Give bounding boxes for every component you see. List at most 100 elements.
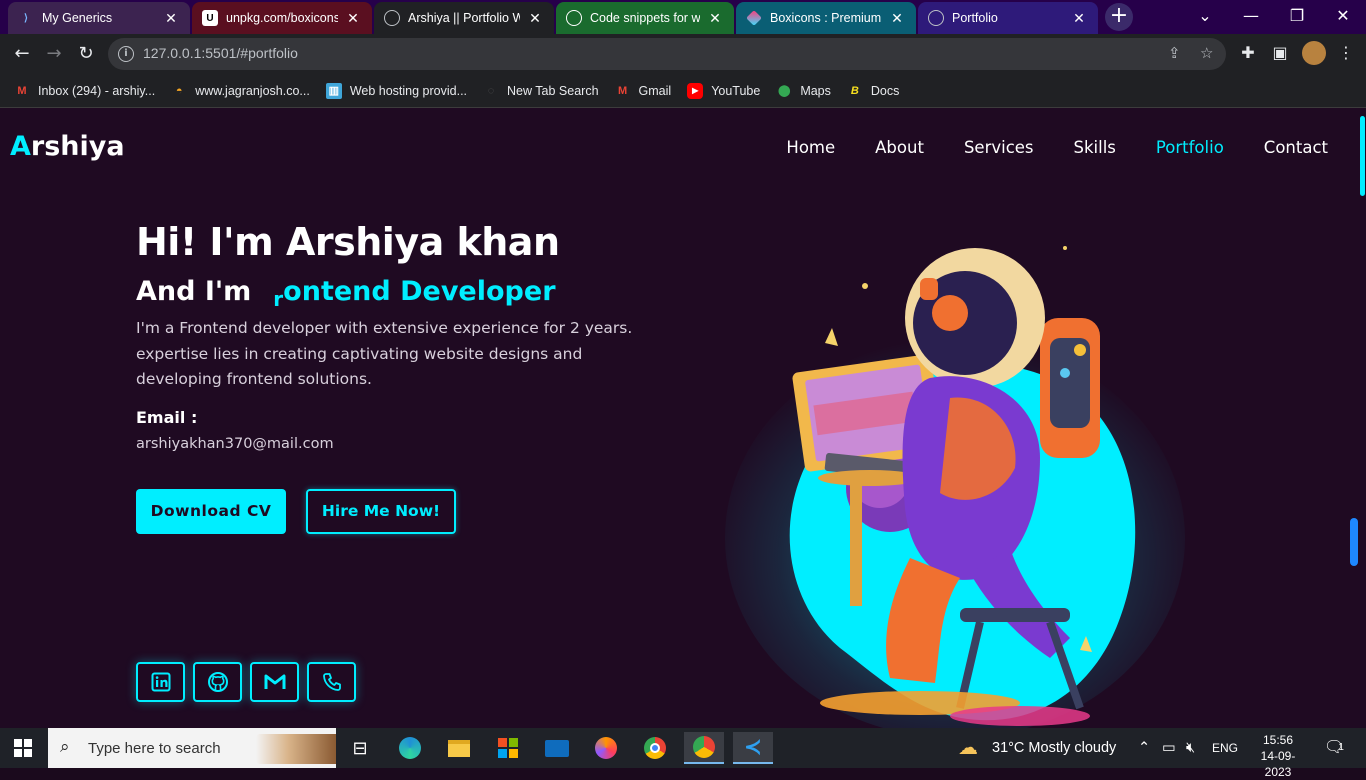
tab-boxicons[interactable]: Boxicons : Premium w ✕ (736, 2, 916, 34)
back-arrow-icon[interactable]: ← (8, 40, 36, 68)
network-icon[interactable]: ▭ (1162, 728, 1176, 768)
close-window-button[interactable]: ✕ (1320, 0, 1366, 34)
jagranjosh-icon: ◓ (175, 84, 183, 97)
weather-icon[interactable]: ☁ (958, 728, 978, 768)
bookmark-youtube[interactable]: ▶ YouTube (687, 82, 760, 99)
github-icon[interactable] (193, 662, 242, 702)
site-logo[interactable]: Arshiya (10, 131, 125, 162)
bookmark-new-tab-search[interactable]: ◌ New Tab Search (483, 83, 599, 99)
extensions-icon[interactable]: ✚ (1236, 43, 1260, 62)
hosting-icon: ▥ (325, 82, 342, 99)
taskbar-search-box[interactable]: ⌕ Type here to search (48, 728, 336, 768)
search-placeholder: Type here to search (88, 740, 221, 757)
url-text[interactable]: 127.0.0.1:5501/#portfolio (143, 45, 298, 61)
bookmarks-bar: M Inbox (294) - arshiy... ◓ www.jagranjosh… (0, 74, 1366, 108)
scrollbar-thumb[interactable] (1360, 116, 1365, 196)
email-value: arshiyakhan370@mail.com (136, 436, 334, 452)
bookmark-maps[interactable]: ⬤ Maps (776, 83, 831, 99)
tab-arshiya-portfolio[interactable]: Arshiya || Portfolio We ✕ (374, 2, 554, 34)
tab-search-chevron-icon[interactable]: ⌄ (1182, 0, 1228, 34)
search-highlight-art (256, 734, 336, 764)
hero-heading: Hi! I'm Arshiya khan (136, 220, 560, 264)
microsoft-store-icon[interactable] (488, 732, 528, 764)
astronaut-illustration (720, 238, 1190, 728)
restore-button[interactable]: ❐ (1274, 0, 1320, 34)
chrome-profile-icon[interactable] (684, 732, 724, 764)
task-view-icon[interactable]: ⊟ (340, 732, 380, 764)
side-panel-icon[interactable]: ▣ (1268, 43, 1292, 62)
close-icon[interactable]: ✕ (344, 10, 362, 27)
tab-title: Boxicons : Premium w (770, 11, 882, 25)
close-icon[interactable]: ✕ (1070, 10, 1088, 27)
weather-text[interactable]: 31°C Mostly cloudy (992, 728, 1116, 768)
close-icon[interactable]: ✕ (706, 10, 724, 27)
portfolio-page: Arshiya Home About Services Skills Portf… (0, 108, 1366, 728)
address-bar[interactable]: i 127.0.0.1:5501/#portfolio ⇪ ☆ (108, 38, 1226, 70)
bookmark-jagranjosh[interactable]: ◓ www.jagranjosh.co... (171, 83, 310, 99)
phone-icon[interactable] (307, 662, 356, 702)
windows-taskbar: ⌕ Type here to search ⊟ ≺ ☁ 31°C Mostly … (0, 728, 1366, 779)
hero-subheading: And I'm rontend Developer (136, 276, 556, 311)
tab-my-generics[interactable]: ⟩ My Generics ✕ (8, 2, 190, 34)
bookmark-docs[interactable]: B Docs (847, 83, 899, 99)
typed-role: rontend Developer (273, 276, 556, 311)
new-tab-button[interactable]: + (1105, 3, 1133, 31)
file-explorer-icon[interactable] (439, 732, 479, 764)
gmail-icon: M (617, 84, 628, 97)
menu-kebab-icon[interactable]: ⋮ (1334, 43, 1358, 62)
social-links (136, 662, 356, 702)
close-icon[interactable]: ✕ (888, 10, 906, 27)
language-indicator[interactable]: ENG (1212, 728, 1238, 768)
page-scrollbar[interactable] (1358, 108, 1366, 728)
share-icon[interactable]: ⇪ (1168, 44, 1181, 62)
clock-time: 15:56 (1262, 733, 1294, 747)
nav-portfolio[interactable]: Portfolio (1156, 138, 1224, 157)
nav-home[interactable]: Home (786, 138, 835, 157)
profile-avatar[interactable] (1302, 41, 1326, 65)
close-icon[interactable]: ✕ (526, 10, 544, 27)
firefox-icon[interactable] (586, 732, 626, 764)
tab-portfolio[interactable]: Portfolio ✕ (918, 2, 1098, 34)
linkedin-icon[interactable] (136, 662, 185, 702)
forward-arrow-icon[interactable]: → (40, 40, 68, 68)
minimize-button[interactable]: — (1228, 0, 1274, 34)
close-icon[interactable]: ✕ (162, 10, 180, 27)
site-info-icon[interactable]: i (118, 46, 134, 62)
show-hidden-icons-icon[interactable]: ⌃ (1138, 728, 1150, 768)
tab-code-snippets[interactable]: Code snippets for web ✕ (556, 2, 734, 34)
download-cv-button[interactable]: Download CV (136, 489, 286, 534)
bookmark-star-icon[interactable]: ☆ (1200, 44, 1213, 62)
notifications-icon[interactable]: 🗨︎1 (1324, 728, 1344, 768)
hire-me-button[interactable]: Hire Me Now! (306, 489, 456, 534)
bookmark-gmail[interactable]: M Gmail (615, 83, 671, 99)
volume-muted-icon[interactable]: 🔇︎ (1186, 728, 1195, 768)
bookmark-inbox[interactable]: M Inbox (294) - arshiy... (14, 83, 155, 99)
bookmark-web-hosting[interactable]: ▥ Web hosting provid... (325, 82, 467, 99)
tab-title: Code snippets for web (590, 11, 700, 25)
docs-icon: B (850, 84, 859, 97)
tab-title: Portfolio (952, 11, 998, 25)
globe-icon (384, 10, 400, 26)
gmail-icon: M (17, 84, 27, 97)
tab-unpkg[interactable]: U unpkg.com/boxicons@ ✕ (192, 2, 372, 34)
hero-description: I'm a Frontend developer with extensive … (136, 319, 633, 388)
nav-contact[interactable]: Contact (1264, 138, 1328, 157)
side-panel-handle[interactable] (1350, 518, 1358, 566)
clock-date: 14-09-2023 (1260, 749, 1296, 779)
nav-skills[interactable]: Skills (1074, 138, 1116, 157)
my-generics-icon: ⟩ (24, 12, 28, 24)
windows-start-icon[interactable] (14, 739, 32, 757)
notification-count: 1 (1338, 742, 1344, 753)
nav-services[interactable]: Services (964, 138, 1034, 157)
browser-tab-strip: ⟩ My Generics ✕ U unpkg.com/boxicons@ ✕ … (0, 0, 1366, 34)
reload-icon[interactable]: ↻ (72, 40, 100, 68)
nav-about[interactable]: About (875, 138, 924, 157)
subheading-prefix: And I'm (136, 276, 252, 307)
gmail-icon[interactable] (250, 662, 299, 702)
mail-icon[interactable] (537, 732, 577, 764)
unpkg-icon: U (202, 10, 218, 26)
vscode-icon[interactable]: ≺ (733, 732, 773, 764)
edge-icon[interactable] (390, 732, 430, 764)
chrome-icon[interactable] (635, 732, 675, 764)
system-clock[interactable]: 15:56 14-09-2023 (1250, 732, 1306, 780)
